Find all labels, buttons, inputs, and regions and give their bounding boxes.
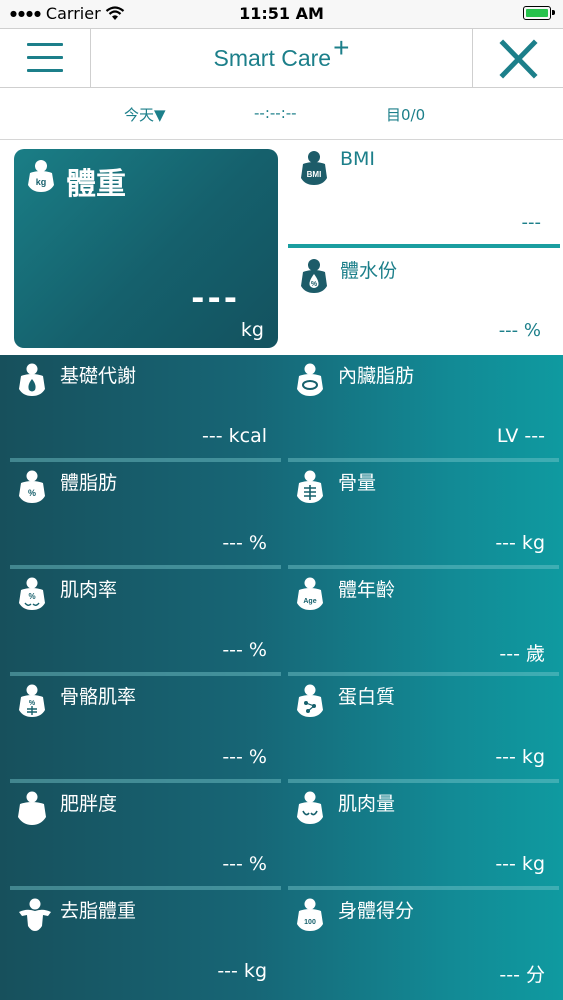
date-selector[interactable]: 今天▼ <box>124 104 166 125</box>
bmi-icon: BMI <box>301 151 327 185</box>
metric-cell-body-score[interactable]: 100 身體得分 --- 分 <box>288 890 559 997</box>
metric-value: --- kg <box>495 853 545 875</box>
obesity-icon <box>18 791 46 825</box>
date-row: 今天▼ --:--:-- 目0/0 <box>0 88 563 140</box>
metric-cell-metabolism[interactable]: 基礎代謝 --- kcal <box>10 355 281 462</box>
menu-button[interactable] <box>0 29 91 87</box>
metrics-grid: 基礎代謝 --- kcal 內臟脂肪 LV --- % 體脂肪 --- % 骨量… <box>0 355 563 1000</box>
metric-cell-lean-mass[interactable]: 去脂體重 --- kg <box>10 890 281 997</box>
svg-text:%: % <box>29 700 36 707</box>
metric-value: --- kg <box>495 532 545 554</box>
metric-label: 去脂體重 <box>60 900 137 922</box>
bone-mass-icon <box>297 470 323 503</box>
metric-cell-muscle-mass[interactable]: 肌肉量 --- kg <box>288 783 559 890</box>
metric-label: 肌肉量 <box>338 793 396 815</box>
metric-value: --- % <box>222 853 267 875</box>
weight-card[interactable]: kg 體重 --- kg <box>14 149 278 348</box>
record-counter: 目0/0 <box>386 106 426 124</box>
lean-mass-icon <box>19 898 51 931</box>
skeletal-muscle-icon: % <box>19 684 45 717</box>
hamburger-icon <box>27 43 63 46</box>
metric-cell-body-fat[interactable]: % 體脂肪 --- % <box>10 462 281 569</box>
metric-cell-skeletal-muscle[interactable]: % 骨骼肌率 --- % <box>10 676 281 783</box>
app-title-text: Smart Care <box>213 44 332 71</box>
metric-value: --- % <box>222 746 267 768</box>
water-panel[interactable]: % 體水份 --- % <box>288 256 563 352</box>
side-divider <box>288 244 560 248</box>
muscle-rate-icon: % <box>19 577 45 610</box>
app-title: Smart Care + <box>91 29 472 87</box>
svg-text:%: % <box>311 281 318 288</box>
metric-cell-muscle-rate[interactable]: % 肌肉率 --- % <box>10 569 281 676</box>
battery-icon <box>523 6 555 20</box>
metric-label: 肌肉率 <box>60 579 118 601</box>
metric-label: 骨量 <box>338 472 377 494</box>
metric-value: --- 分 <box>499 964 545 986</box>
weight-unit: kg <box>240 319 264 341</box>
metric-label: 體年齡 <box>338 579 396 601</box>
metric-label: 肥胖度 <box>60 793 118 815</box>
bmi-panel[interactable]: BMI BMI --- <box>288 148 563 240</box>
svg-text:Age: Age <box>303 598 316 605</box>
metric-value: --- kg <box>495 746 545 768</box>
status-bar: ●●●● Carrier 11:51 AM <box>0 0 563 28</box>
water-value: --- % <box>498 320 541 341</box>
metric-cell-visceral-fat[interactable]: 內臟脂肪 LV --- <box>288 355 559 462</box>
svg-text:kg: kg <box>36 177 47 187</box>
metric-label: 骨骼肌率 <box>60 686 137 708</box>
metric-label: 蛋白質 <box>338 686 396 708</box>
bmi-value: --- <box>521 212 542 233</box>
body-fat-icon: % <box>19 470 45 503</box>
svg-text:%: % <box>28 592 35 601</box>
metabolism-icon <box>19 363 45 396</box>
weight-value: --- <box>191 279 240 317</box>
metric-cell-protein[interactable]: 蛋白質 --- kg <box>288 676 559 783</box>
water-icon: % <box>301 259 327 293</box>
metric-cell-body-age[interactable]: Age 體年齡 --- 歲 <box>288 569 559 676</box>
metric-label: 身體得分 <box>338 900 415 922</box>
svg-text:%: % <box>28 488 36 498</box>
metric-value: --- kcal <box>202 425 267 447</box>
metric-label: 內臟脂肪 <box>338 365 415 387</box>
metric-value: --- % <box>222 639 267 661</box>
metric-value: --- 歲 <box>499 643 545 665</box>
body-age-icon: Age <box>297 577 323 610</box>
nav-bar: Smart Care + <box>0 28 563 88</box>
weight-icon: kg <box>28 160 54 192</box>
metric-label: 體脂肪 <box>60 472 118 494</box>
close-icon <box>499 39 538 79</box>
body-score-icon: 100 <box>297 898 323 931</box>
metric-cell-bone-mass[interactable]: 骨量 --- kg <box>288 462 559 569</box>
weight-label: 體重 <box>66 167 126 202</box>
measure-time: --:--:-- <box>254 104 297 122</box>
metric-value: --- % <box>222 532 267 554</box>
water-label: 體水份 <box>340 260 398 282</box>
visceral-fat-icon <box>297 363 323 396</box>
metric-cell-obesity[interactable]: 肥胖度 --- % <box>10 783 281 890</box>
muscle-mass-icon <box>297 791 323 824</box>
close-button[interactable] <box>472 29 563 87</box>
bmi-label: BMI <box>340 148 376 170</box>
metric-value: LV --- <box>496 425 545 447</box>
metric-value: --- kg <box>217 960 267 982</box>
status-time: 11:51 AM <box>239 4 324 23</box>
svg-text:BMI: BMI <box>307 170 322 179</box>
protein-icon <box>297 684 323 717</box>
metric-label: 基礎代謝 <box>60 365 137 387</box>
svg-text:100: 100 <box>304 919 316 926</box>
app-title-plus: + <box>333 32 350 63</box>
